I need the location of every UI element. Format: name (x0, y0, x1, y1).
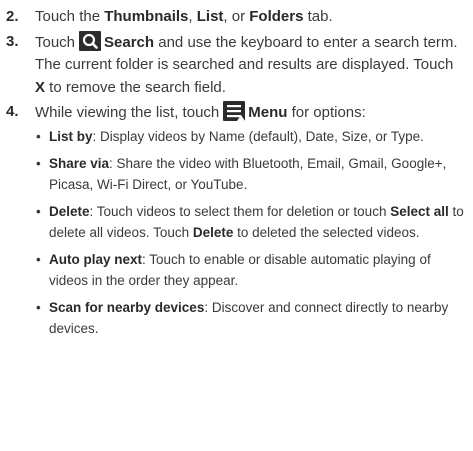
list-item: Scan for nearby devices: Discover and co… (35, 298, 467, 339)
search-label: Search (104, 33, 155, 51)
text-run: , (188, 8, 197, 25)
delete-term: Delete (192, 224, 234, 240)
option-description: : Display videos by Name (default), Date… (92, 128, 424, 144)
folders-tab-label: Folders (249, 8, 304, 25)
text-run: Touch the (35, 8, 105, 25)
option-term: Auto play next (49, 252, 143, 268)
menu-options-list: List by: Display videos by Name (default… (6, 127, 467, 340)
option-term: Delete (49, 204, 90, 220)
instructions-page: 2. Touch the Thumbnails, List, or Folder… (0, 0, 473, 339)
step-number: 3. (6, 32, 19, 50)
text-run: Touch (35, 33, 76, 51)
list-item: Delete: Touch videos to select them for … (35, 202, 467, 243)
thumbnails-tab-label: Thumbnails (104, 8, 189, 25)
step-text: Touch the Thumbnails, List, or Folders t… (35, 6, 467, 29)
option-description: : Touch videos to select them for deleti… (89, 204, 391, 220)
step-2: 2. Touch the Thumbnails, List, or Folder… (6, 6, 467, 29)
select-all-term: Select all (390, 204, 449, 220)
search-icon (79, 30, 102, 51)
menu-label: Menu (248, 104, 288, 121)
list-item: Share via: Share the video with Bluetoot… (35, 154, 467, 195)
step-text: Touch Search and use the keyboard to ente… (35, 30, 467, 100)
step-4: 4. While viewing the list, touch Menu for… (6, 101, 467, 125)
option-description: to deleted the selected videos. (233, 224, 420, 240)
list-item: Auto play next: Touch to enable or disab… (35, 250, 467, 291)
step-text: While viewing the list, touch Menu for op… (35, 101, 467, 125)
step-3: 3. Touch Search and use the keyboard to e… (6, 30, 467, 100)
option-term: Scan for nearby devices (49, 300, 205, 316)
option-term: List by (49, 128, 93, 144)
text-run: for options: (287, 104, 366, 121)
menu-icon (223, 101, 246, 121)
list-item: List by: Display videos by Name (default… (35, 127, 467, 148)
text-run: While viewing the list, touch (35, 104, 220, 121)
text-run: tab. (303, 8, 333, 25)
step-number: 2. (6, 8, 19, 25)
option-term: Share via (49, 156, 110, 172)
text-run: to remove the search field. (45, 78, 226, 96)
list-tab-label: List (196, 8, 224, 25)
option-description: : Share the video with Bluetooth, Email,… (49, 156, 447, 192)
x-label: X (35, 78, 46, 96)
step-number: 4. (6, 103, 19, 120)
text-run: , or (223, 8, 250, 25)
